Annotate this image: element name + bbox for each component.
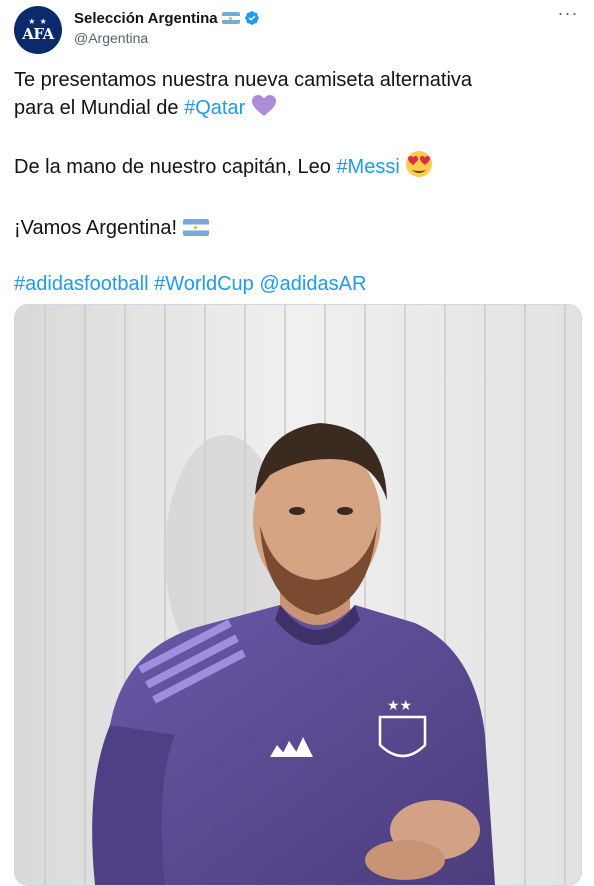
- tweet-line-4-text: ¡Vamos Argentina!: [14, 217, 178, 239]
- player-photo: ★★: [15, 305, 581, 885]
- purple-heart-emoji: [251, 94, 277, 118]
- tweet-media-photo[interactable]: ★★: [14, 304, 582, 886]
- display-name[interactable]: Selección Argentina: [74, 10, 218, 27]
- hashtag-adidasfootball-link[interactable]: #adidasfootball: [14, 273, 149, 295]
- hashtag-worldcup-link[interactable]: #WorldCup: [154, 273, 254, 295]
- avatar-logo-text: AFA: [22, 24, 54, 43]
- argentina-flag-emoji: [221, 12, 240, 24]
- tweet-tags-line: #adidasfootball #WorldCup @adidasAR: [14, 270, 580, 298]
- hashtag-messi-link[interactable]: #Messi: [336, 156, 399, 178]
- tweet-line-4: ¡Vamos Argentina!: [14, 214, 580, 242]
- account-handle[interactable]: @Argentina: [74, 30, 260, 46]
- more-dots-icon[interactable]: ···: [556, 4, 580, 26]
- tweet-line-2-text: para el Mundial de: [14, 97, 185, 119]
- verified-badge-icon: [244, 11, 259, 25]
- mention-adidasar-link[interactable]: @adidasAR: [259, 273, 366, 295]
- tweet-line-1: Te presentamos nuestra nueva camiseta al…: [14, 66, 580, 94]
- svg-text:★★: ★★: [387, 698, 412, 714]
- avatar[interactable]: ★ ★ AFA: [14, 6, 62, 54]
- hashtag-qatar-link[interactable]: #Qatar: [184, 97, 245, 119]
- argentina-flag-emoji: [182, 219, 209, 236]
- tweet-text: Te presentamos nuestra nueva camiseta al…: [14, 66, 580, 298]
- tweet-header: ★ ★ AFA Selección Argentina @Argentina ·…: [14, 4, 582, 54]
- heart-eyes-emoji: [405, 150, 433, 186]
- tweet-line-3: De la mano de nuestro capitán, Leo #Mess…: [14, 150, 580, 186]
- tweet-line-1-text: Te presentamos nuestra nueva camiseta al…: [14, 69, 473, 91]
- tweet-line-3-text: De la mano de nuestro capitán, Leo: [14, 156, 337, 178]
- tweet-line-2: para el Mundial de #Qatar: [14, 94, 580, 122]
- account-names: Selección Argentina @Argentina: [74, 8, 260, 46]
- display-name-row: Selección Argentina: [74, 8, 260, 28]
